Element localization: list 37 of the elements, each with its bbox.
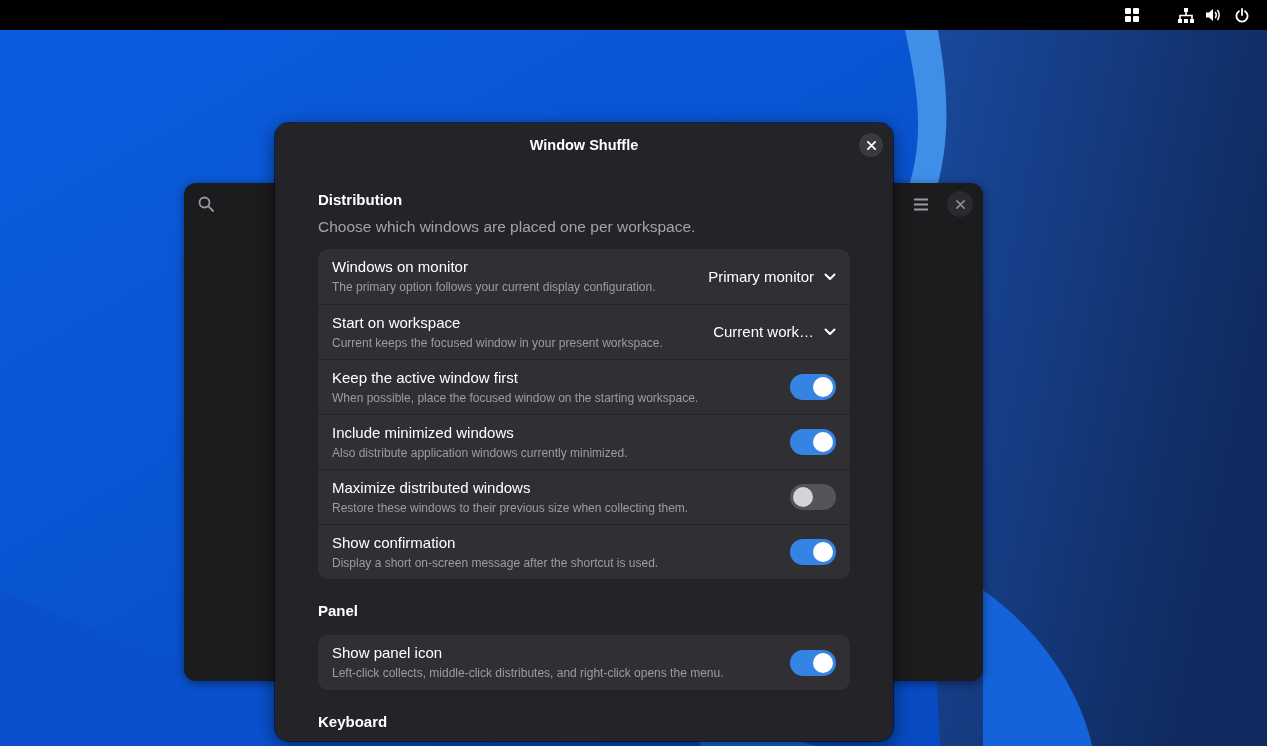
- toggle-switch[interactable]: [790, 484, 836, 510]
- dropdown-button[interactable]: Primary monitor: [708, 267, 836, 286]
- section-heading: Panel: [318, 601, 360, 621]
- setting-title: Start on workspace: [332, 313, 462, 332]
- setting-description: Restore these windows to their previous size when collecting them.: [332, 499, 690, 516]
- toggle-switch[interactable]: [790, 429, 836, 455]
- setting-description: Display a short on-screen message after the shortcut is used.: [332, 554, 660, 571]
- chevron-down-icon: [824, 272, 836, 281]
- section-heading: Keyboard: [318, 712, 389, 732]
- setting-title: Show panel icon: [332, 644, 444, 662]
- setting-title: Maximize distributed windows: [332, 478, 532, 497]
- setting-description: Left-click collects, middle-click distributes, and right-click opens the menu.: [332, 665, 725, 681]
- close-button[interactable]: [859, 133, 883, 157]
- setting-title: Windows on monitor: [332, 258, 469, 276]
- menu-icon[interactable]: [913, 197, 929, 211]
- dropdown-button[interactable]: Current work…: [713, 323, 836, 341]
- volume-icon[interactable]: [1206, 8, 1221, 22]
- section-heading: Distribution: [318, 190, 404, 210]
- setting-description: Also distribute application windows currently minimized.: [332, 444, 629, 461]
- setting-title: Keep the active window first: [332, 368, 519, 387]
- toggle-switch[interactable]: [790, 539, 836, 565]
- setting-title: Include minimized windows: [332, 423, 515, 442]
- setting-title: Show confirmation: [332, 533, 457, 552]
- search-icon[interactable]: [198, 196, 214, 212]
- toggle-switch[interactable]: [790, 374, 836, 400]
- power-icon[interactable]: [1235, 7, 1249, 23]
- setting-description: When possible, place the focused window on the starting workspace.: [332, 389, 700, 406]
- network-icon[interactable]: [1178, 7, 1194, 23]
- setting-description: Current keeps the focused window in your present workspace.: [332, 334, 664, 351]
- chevron-down-icon: [824, 328, 836, 336]
- section-description: Choose which windows are placed one per workspace.: [318, 217, 697, 237]
- close-icon: [955, 199, 965, 209]
- close-icon: [866, 140, 876, 150]
- setting-description: The primary option follows your current display configuration.: [332, 279, 657, 295]
- toggle-switch[interactable]: [790, 649, 836, 676]
- app-grid-icon[interactable]: [1125, 8, 1139, 22]
- dialog-title: Window Shuffle: [529, 136, 639, 154]
